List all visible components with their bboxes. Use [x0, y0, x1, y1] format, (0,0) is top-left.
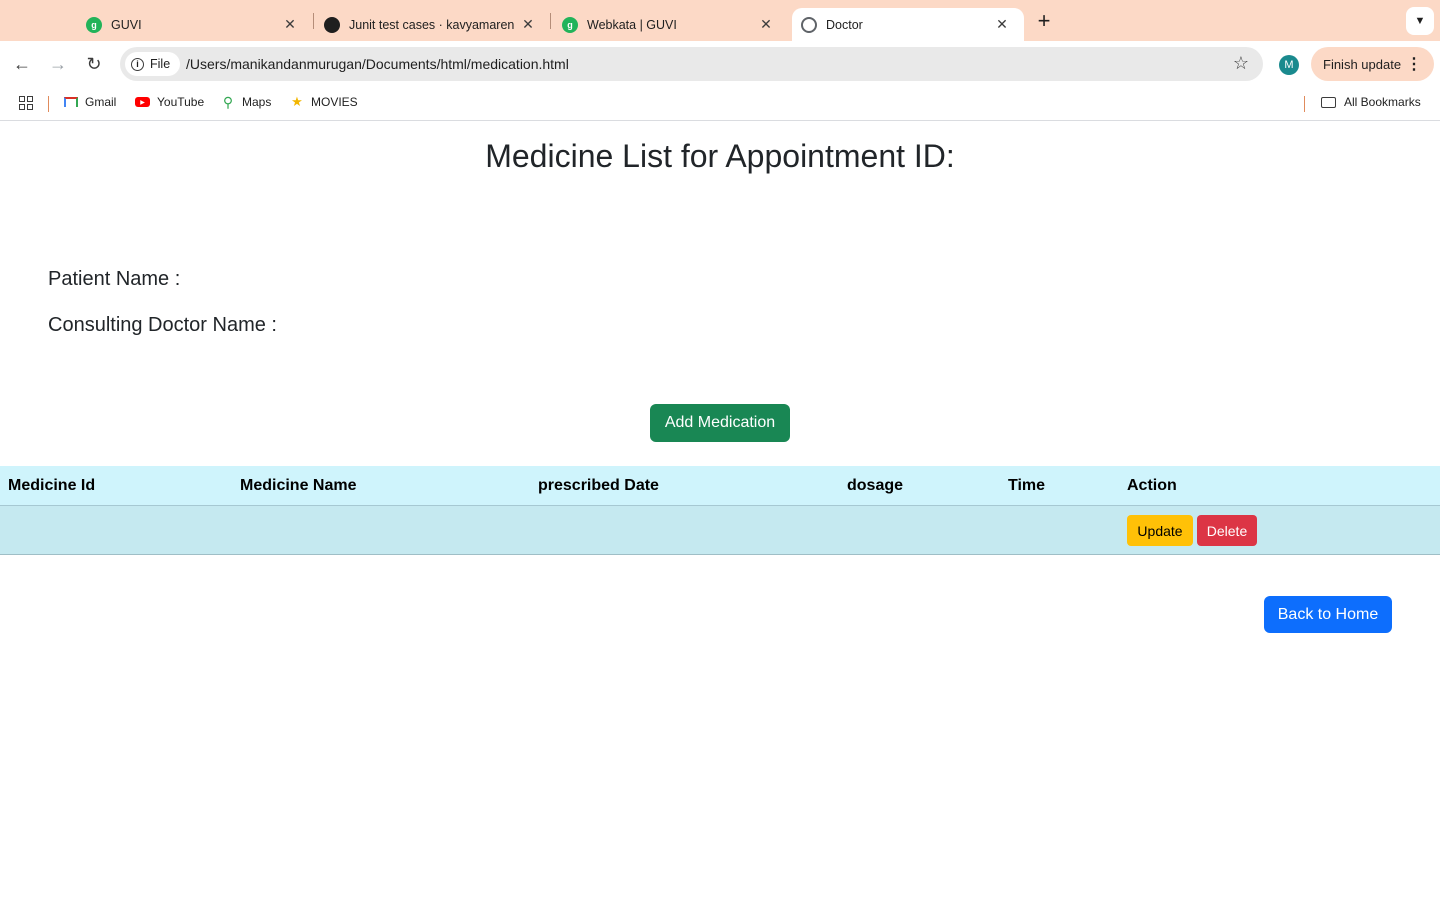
bookmark-label: Maps [242, 95, 272, 109]
guvi-icon: g [562, 16, 578, 33]
bookmark-gmail[interactable]: Gmail [64, 95, 116, 109]
page-title: Medicine List for Appointment ID: [485, 138, 955, 174]
column-header: prescribed Date [538, 477, 659, 494]
tab-title: Junit test cases · kavyamaren [349, 17, 515, 32]
delete-button[interactable]: Delete [1197, 515, 1257, 546]
github-icon [324, 16, 340, 33]
medicine-table: Medicine Id Medicine Name prescribed Dat… [0, 466, 1440, 555]
table-row: Update Delete [0, 506, 1440, 555]
all-bookmarks-label: All Bookmarks [1344, 95, 1421, 109]
youtube-icon: ▶ [135, 97, 150, 107]
add-medication-button[interactable]: Add Medication [650, 404, 790, 442]
table-header: Medicine Id Medicine Name prescribed Dat… [0, 466, 1440, 506]
tab-title: Webkata | GUVI [587, 17, 677, 32]
bookmark-maps[interactable]: ⚲ Maps [221, 93, 272, 110]
tab-strip: g GUVI ✕ Junit test cases · kavyamaren ✕… [0, 0, 1440, 41]
bookmarks-bar: Gmail ▶ YouTube ⚲ Maps ★ MOVIES All Book… [0, 86, 1440, 121]
profile-avatar[interactable]: M [1279, 55, 1299, 75]
all-bookmarks[interactable]: All Bookmarks [1321, 95, 1421, 109]
finish-update-label: Finish update [1323, 56, 1402, 72]
finish-update-button[interactable]: Finish update ⋮ [1311, 47, 1434, 81]
close-icon[interactable]: ✕ [280, 14, 300, 34]
close-icon[interactable]: ✕ [518, 14, 538, 34]
back-to-home-button[interactable]: Back to Home [1264, 596, 1392, 633]
movies-icon: ★ [291, 94, 303, 109]
doctor-name-label: Consulting Doctor Name : [48, 314, 277, 336]
tab-doctor[interactable]: Doctor ✕ [792, 8, 1024, 41]
chip-label: File [150, 57, 171, 71]
bookmark-movies[interactable]: ★ MOVIES [290, 94, 358, 109]
globe-icon [801, 16, 817, 33]
patient-name-label: Patient Name : [48, 268, 181, 290]
bookmark-separator [48, 96, 49, 112]
tab-title: GUVI [111, 17, 142, 32]
page-content: Medicine List for Appointment ID: Patien… [0, 122, 1440, 900]
update-button[interactable]: Update [1127, 515, 1193, 546]
info-icon: i [131, 57, 144, 71]
browser-toolbar: ← → ↻ i File /Users/manikandanmurugan/Do… [0, 41, 1440, 86]
bookmark-separator [1304, 96, 1305, 112]
column-header: Time [1008, 477, 1046, 494]
reload-icon[interactable]: ↻ [80, 50, 108, 78]
site-info-chip[interactable]: i File [125, 52, 181, 76]
star-icon[interactable]: ☆ [1233, 53, 1249, 74]
more-menu-icon: ⋮ [1406, 56, 1422, 73]
close-icon[interactable]: ✕ [992, 14, 1012, 34]
bookmark-label: Gmail [85, 95, 117, 109]
gmail-icon [64, 97, 78, 107]
column-header: Medicine Id [8, 477, 96, 494]
chevron-down-icon[interactable]: ▼ [1406, 7, 1434, 35]
back-arrow-icon[interactable]: ← [8, 50, 36, 78]
column-header: Medicine Name [240, 477, 357, 494]
guvi-icon: g [86, 16, 102, 33]
tab-webkata[interactable]: g Webkata | GUVI ✕ [550, 8, 788, 41]
close-icon[interactable]: ✕ [756, 14, 776, 34]
column-header: dosage [847, 477, 904, 494]
bookmark-label: YouTube [157, 95, 205, 109]
bookmark-youtube[interactable]: ▶ YouTube [135, 95, 204, 109]
maps-icon: ⚲ [222, 93, 234, 110]
folder-icon [1321, 96, 1336, 108]
url-text[interactable]: /Users/manikandanmurugan/Documents/html/… [186, 56, 569, 72]
new-tab-icon[interactable]: + [1031, 8, 1057, 34]
tab-title: Doctor [826, 17, 863, 32]
tab-junit[interactable]: Junit test cases · kavyamaren ✕ [312, 8, 550, 41]
apps-grid-icon[interactable] [19, 96, 33, 110]
column-header: Action [1127, 477, 1177, 494]
forward-arrow-icon[interactable]: → [44, 50, 72, 78]
bookmark-label: MOVIES [311, 95, 358, 109]
tab-guvi[interactable]: g GUVI ✕ [74, 8, 312, 41]
address-bar[interactable]: i File /Users/manikandanmurugan/Document… [120, 47, 1263, 81]
